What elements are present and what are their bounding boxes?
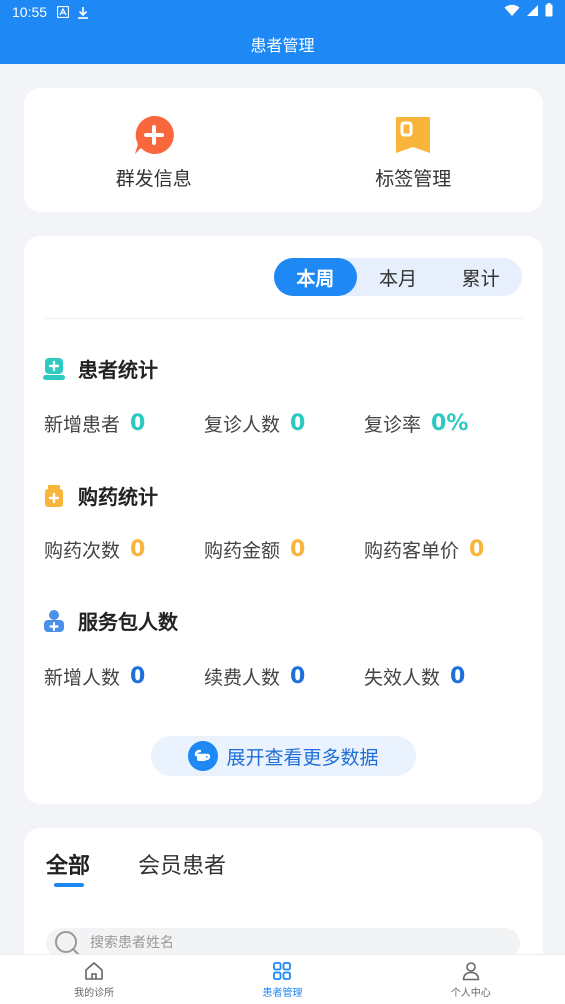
stat-label: 复诊人数 bbox=[204, 414, 281, 436]
patient-stats-label: 患者统计 bbox=[78, 358, 158, 382]
purchase-stats-title: 购药统计 bbox=[42, 481, 158, 510]
renewal-count-stat: 续费人数 0 bbox=[204, 663, 364, 690]
mass-message-button[interactable]: 群发信息 bbox=[24, 88, 284, 212]
tab-this-week[interactable]: 本周 bbox=[274, 258, 357, 296]
patient-list-tabs: 全部 会员患者 bbox=[46, 848, 274, 887]
stat-value: 0 bbox=[290, 411, 306, 436]
stat-label: 购药次数 bbox=[44, 540, 121, 562]
service-package-row: 新增人数 0 续费人数 0 失效人数 0 bbox=[44, 663, 524, 690]
purchase-stats-row: 购药次数 0 购药金额 0 购药客单价 0 bbox=[44, 536, 524, 563]
stat-label: 失效人数 bbox=[364, 667, 441, 689]
stat-value: 0 bbox=[290, 664, 306, 689]
pointing-hand-icon bbox=[188, 741, 219, 771]
person-icon bbox=[462, 961, 480, 980]
search-icon bbox=[55, 931, 80, 956]
nav-label: 个人中心 bbox=[450, 987, 491, 999]
purchase-amount-stat: 购药金额 0 bbox=[204, 536, 364, 563]
new-patients-stat: 新增患者 0 bbox=[44, 410, 204, 437]
purchase-stats-label: 购药统计 bbox=[78, 485, 158, 509]
nav-personal-center[interactable]: 个人中心 bbox=[377, 955, 565, 1004]
stat-label: 复诊率 bbox=[364, 414, 422, 436]
tab-this-month[interactable]: 本月 bbox=[357, 258, 440, 296]
stat-value: 0 bbox=[130, 411, 146, 436]
stat-value: 0% bbox=[431, 411, 469, 436]
signal-icon bbox=[526, 4, 539, 21]
divider bbox=[44, 318, 523, 319]
tab-cumulative[interactable]: 累计 bbox=[439, 258, 522, 296]
nav-patient-management[interactable]: 患者管理 bbox=[188, 955, 376, 1004]
status-time: 10:55 bbox=[12, 4, 48, 20]
stat-value: 0 bbox=[130, 537, 146, 562]
stat-value: 0 bbox=[469, 537, 485, 562]
tag-icon bbox=[396, 116, 431, 153]
patient-icon bbox=[43, 357, 65, 380]
purchase-count-stat: 购药次数 0 bbox=[44, 536, 204, 563]
page-title: 患者管理 bbox=[250, 36, 315, 55]
stat-label: 购药金额 bbox=[204, 540, 281, 562]
grid-icon bbox=[273, 961, 292, 980]
service-package-label: 服务包人数 bbox=[78, 610, 178, 634]
stat-label: 新增患者 bbox=[44, 414, 121, 436]
chat-plus-icon bbox=[134, 115, 174, 154]
nav-label: 患者管理 bbox=[262, 987, 303, 999]
expand-more-data-button[interactable]: 展开查看更多数据 bbox=[151, 736, 416, 776]
battery-icon bbox=[545, 3, 553, 21]
period-selector: 本周 本月 累计 bbox=[274, 258, 522, 296]
expired-count-stat: 失效人数 0 bbox=[364, 663, 524, 690]
stat-label: 购药客单价 bbox=[364, 540, 460, 562]
title-bar: 患者管理 bbox=[0, 24, 565, 64]
stat-value: 0 bbox=[450, 664, 466, 689]
tab-all[interactable]: 全部 bbox=[46, 848, 90, 887]
new-members-stat: 新增人数 0 bbox=[44, 663, 204, 690]
expand-more-data-label: 展开查看更多数据 bbox=[226, 746, 379, 769]
patient-stats-title: 患者统计 bbox=[42, 354, 158, 383]
stat-label: 新增人数 bbox=[44, 667, 121, 689]
download-icon bbox=[77, 6, 89, 19]
nav-label: 我的诊所 bbox=[74, 987, 115, 999]
mass-message-label: 群发信息 bbox=[115, 167, 192, 190]
unit-price-stat: 购药客单价 0 bbox=[364, 536, 524, 563]
stat-value: 0 bbox=[290, 537, 306, 562]
notification-a-icon bbox=[57, 6, 70, 18]
home-icon bbox=[85, 961, 103, 980]
medicine-icon bbox=[45, 484, 63, 507]
statistics-card: 本周 本月 累计 患者统计 新增患者 0 复诊人数 0 复诊率 0% 购药统计 … bbox=[24, 236, 543, 804]
revisit-count-stat: 复诊人数 0 bbox=[204, 410, 364, 437]
search-input[interactable] bbox=[90, 935, 470, 951]
wifi-icon bbox=[504, 4, 520, 21]
stat-value: 0 bbox=[130, 664, 146, 689]
nav-my-clinic[interactable]: 我的诊所 bbox=[0, 955, 188, 1004]
status-bar: 10:55 bbox=[0, 0, 565, 24]
revisit-rate-stat: 复诊率 0% bbox=[364, 410, 524, 437]
bottom-nav: 我的诊所 患者管理 个人中心 bbox=[0, 954, 565, 1004]
quick-actions-card: 群发信息 标签管理 bbox=[24, 88, 543, 212]
tag-management-label: 标签管理 bbox=[375, 167, 452, 190]
patient-stats-row: 新增患者 0 复诊人数 0 复诊率 0% bbox=[44, 410, 524, 437]
tag-management-button[interactable]: 标签管理 bbox=[284, 88, 544, 212]
service-package-icon bbox=[44, 609, 64, 632]
service-package-title: 服务包人数 bbox=[42, 606, 178, 635]
tab-member-patients[interactable]: 会员患者 bbox=[138, 848, 226, 880]
stat-label: 续费人数 bbox=[204, 667, 281, 689]
